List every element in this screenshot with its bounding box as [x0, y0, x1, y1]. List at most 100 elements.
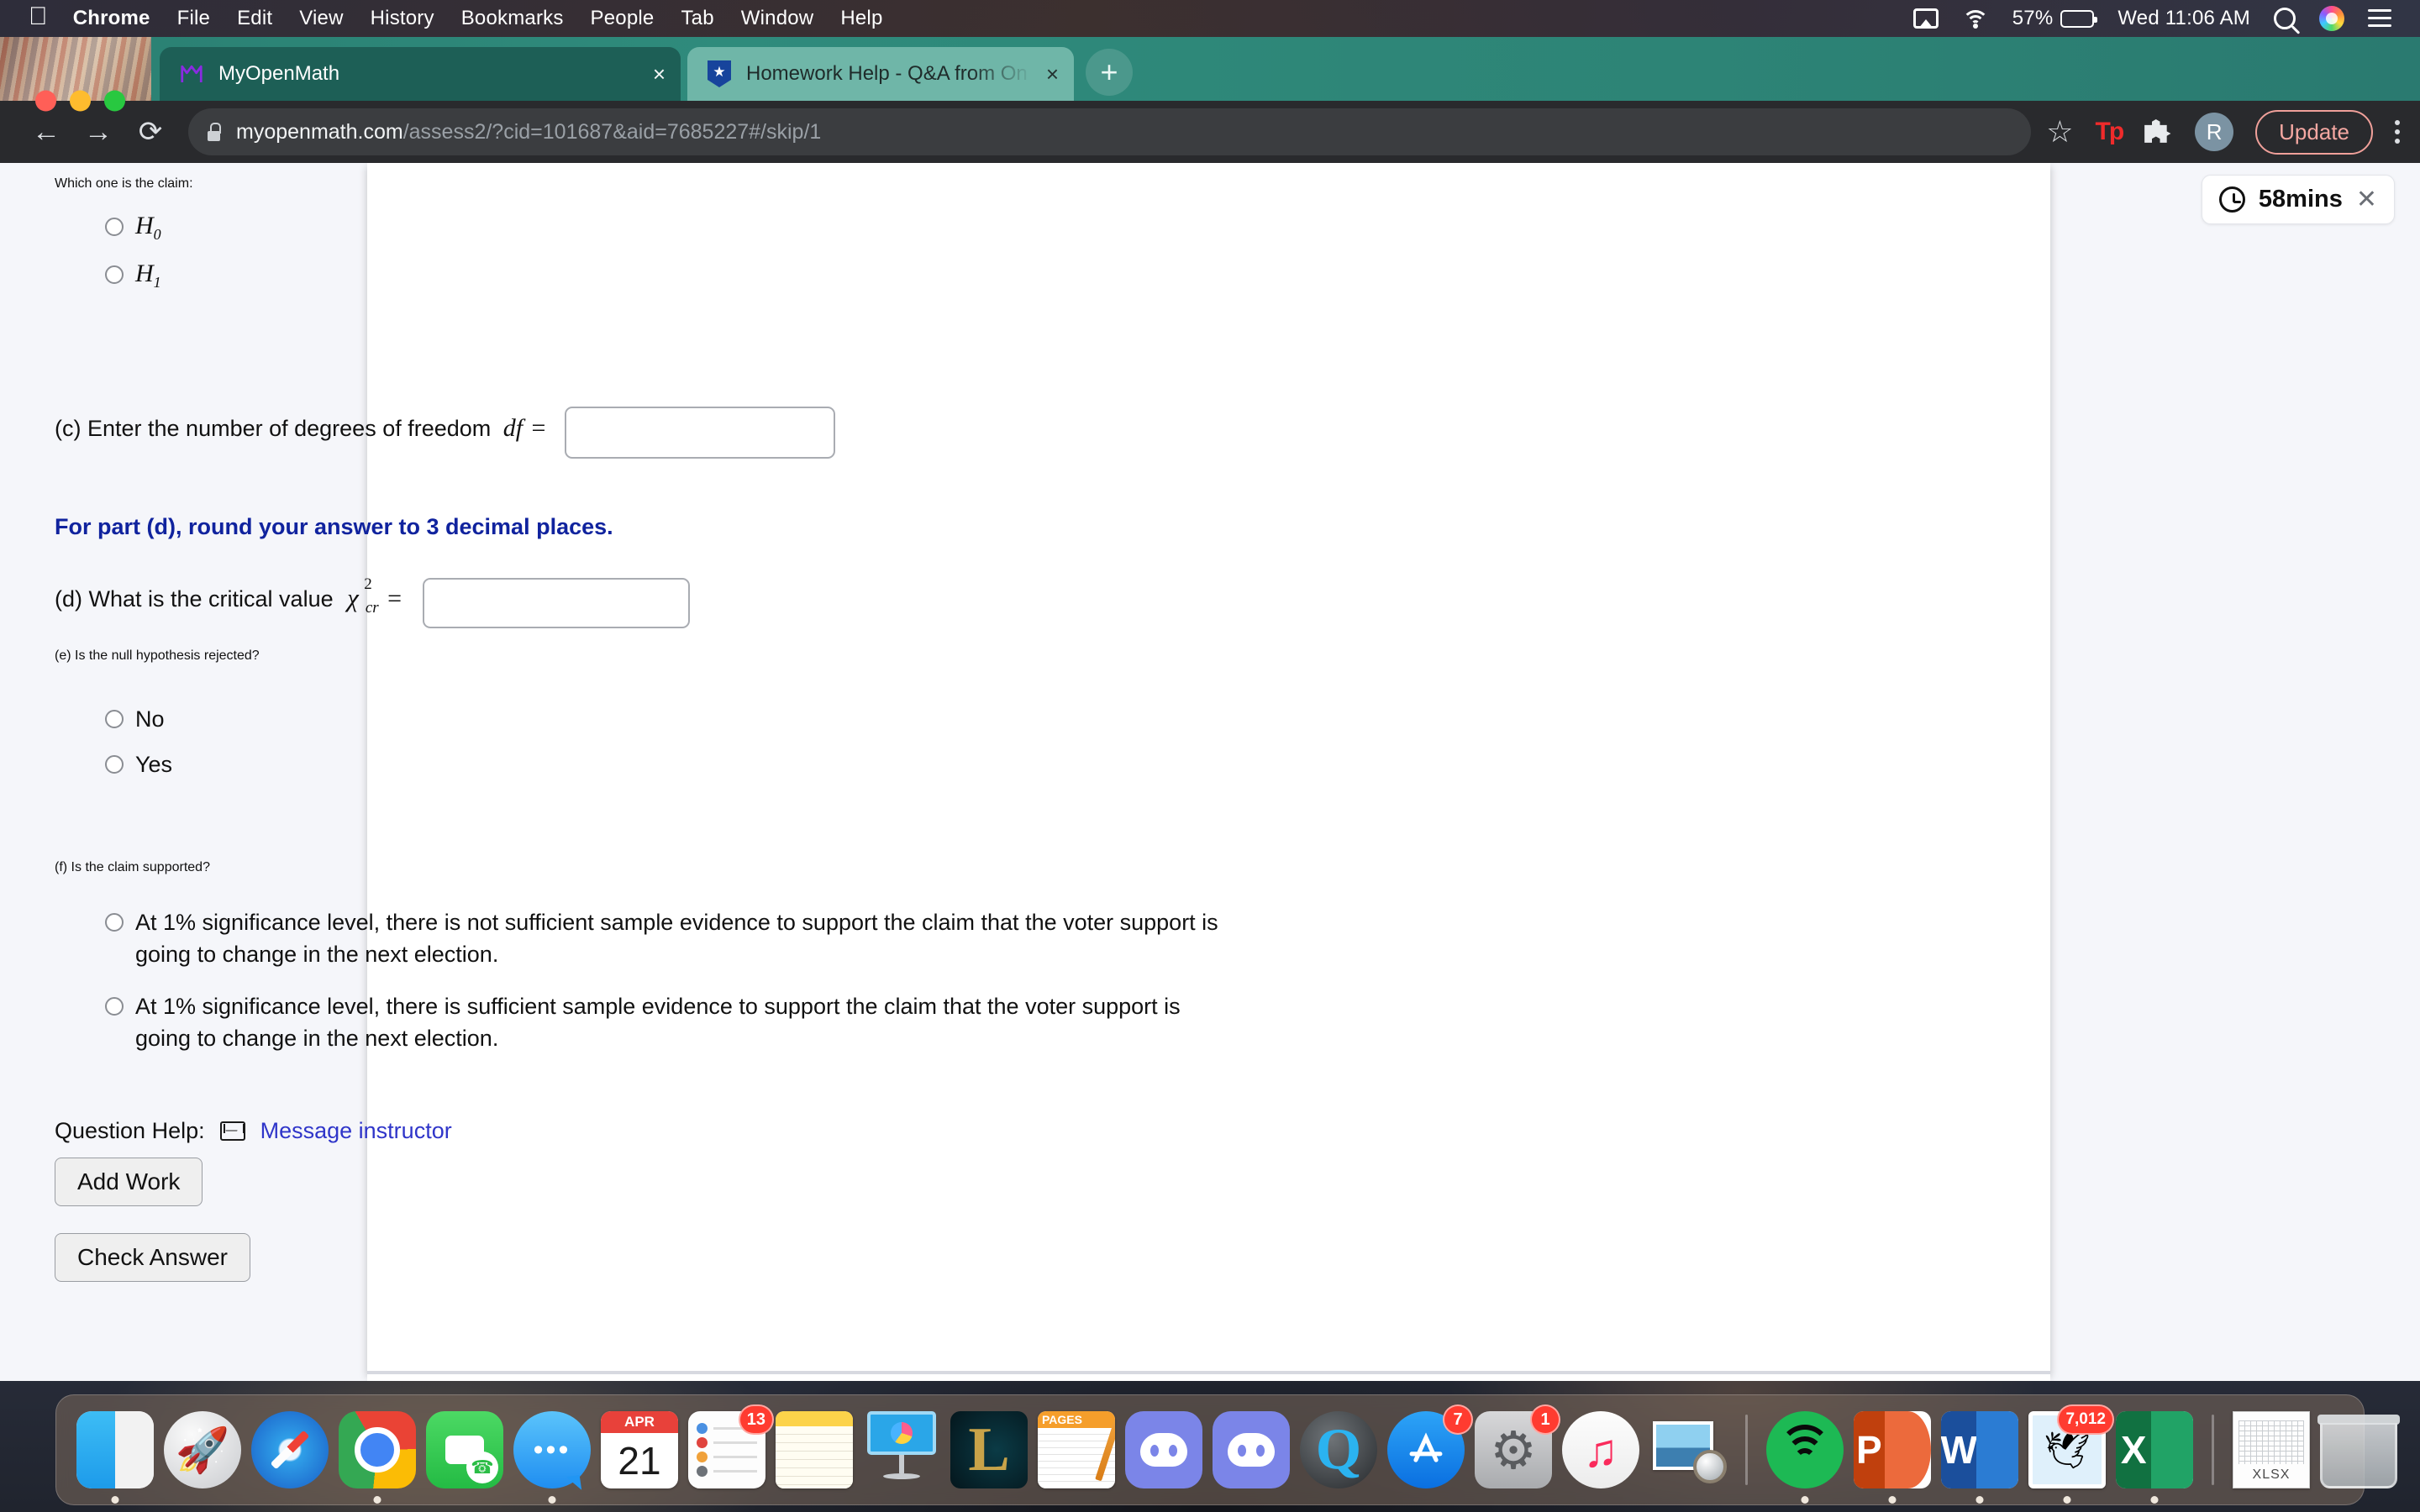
menu-item-window[interactable]: Window [741, 7, 814, 30]
dock-item-league-of-legends[interactable]: L [945, 1406, 1033, 1494]
menu-item-chrome[interactable]: Chrome [73, 7, 150, 30]
update-button[interactable]: Update [2255, 109, 2373, 155]
running-indicator [2150, 1496, 2159, 1504]
tab-myopenmath[interactable]: MyOpenMath × [160, 47, 681, 101]
dock-separator-1 [1745, 1415, 1748, 1485]
minimize-window-button[interactable] [70, 90, 91, 112]
close-window-button[interactable] [35, 90, 56, 112]
dock-item-reminders[interactable]: 13 [683, 1404, 774, 1494]
check-answer-button[interactable]: Check Answer [55, 1233, 250, 1282]
spotlight-search-icon[interactable] [2274, 8, 2296, 29]
dock-item-quicktime[interactable]: Q [1295, 1406, 1382, 1494]
radio-part-e-no[interactable] [105, 710, 124, 728]
dock-item-facetime[interactable]: ☎ [421, 1406, 508, 1494]
airplay-icon[interactable] [1912, 8, 1939, 29]
close-tab-myopenmath[interactable]: × [653, 61, 666, 87]
reload-button[interactable]: ⟳ [124, 106, 176, 158]
radio-part-e-yes[interactable] [105, 755, 124, 774]
xlsx-file-label: XLSX [2252, 1467, 2291, 1482]
question-help-label: Question Help: [55, 1118, 205, 1143]
control-center-icon[interactable] [2368, 9, 2391, 28]
menu-item-bookmarks[interactable]: Bookmarks [461, 7, 564, 30]
part-f-option-2[interactable]: At 1% significance level, there is suffi… [55, 991, 1248, 1055]
tab-homework-help[interactable]: Homework Help - Q&A from On × [687, 47, 1074, 101]
mac-menu-bar:  Chrome File Edit View History Bookmark… [0, 0, 2420, 37]
part-e-option-no[interactable]: No [55, 704, 1651, 736]
avatar[interactable]: R [2195, 113, 2234, 151]
dock-item-discord-ptb[interactable] [1207, 1406, 1295, 1494]
calendar-month: APR [601, 1411, 678, 1433]
close-tab-homework-help[interactable]: × [1046, 61, 1059, 87]
assessment-timer[interactable]: 58mins ✕ [2201, 175, 2395, 224]
kebab-menu-icon[interactable] [2395, 120, 2400, 144]
add-work-row: Add Work [55, 1158, 1651, 1206]
app-store-badge: 7 [1443, 1404, 1473, 1435]
radio-part-f-option-2[interactable] [105, 997, 124, 1016]
dock-item-app-store[interactable]: 7 [1382, 1404, 1473, 1494]
address-bar[interactable]: myopenmath.com/assess2/?cid=101687&aid=7… [188, 108, 2032, 155]
puzzle-icon[interactable] [2144, 119, 2171, 143]
dock-item-messages[interactable]: ••• [508, 1406, 596, 1504]
part-d-input[interactable] [422, 578, 690, 628]
menu-item-history[interactable]: History [371, 7, 434, 30]
part-f-option-1[interactable]: At 1% significance level, there is not s… [55, 907, 1248, 971]
coursehero-favicon [706, 60, 733, 87]
radio-part-f-option-1[interactable] [105, 913, 124, 932]
back-button[interactable]: ← [20, 106, 72, 158]
dock-item-excel[interactable]: X [2111, 1406, 2198, 1504]
menu-item-tab[interactable]: Tab [681, 7, 713, 30]
url-host: myopenmath.com [236, 119, 403, 144]
menu-item-view[interactable]: View [299, 7, 343, 30]
maximize-window-button[interactable] [104, 90, 125, 112]
dock-item-xlsx-file[interactable]: XLSX [2228, 1406, 2315, 1494]
add-work-button[interactable]: Add Work [55, 1158, 203, 1206]
dock-item-launchpad[interactable]: 🚀 [159, 1406, 246, 1494]
running-indicator [1975, 1496, 1984, 1504]
running-indicator [1888, 1496, 1897, 1504]
check-answer-row: Check Answer [55, 1233, 1651, 1282]
dock-item-pages[interactable]: PAGES [1033, 1406, 1120, 1494]
pages-doc-label: PAGES [1038, 1411, 1115, 1428]
radio-claim-h1[interactable] [105, 265, 124, 284]
part-e-option-yes[interactable]: Yes [55, 749, 1651, 781]
dock-item-finder[interactable] [71, 1406, 159, 1504]
dock-item-word[interactable]: W [1936, 1406, 2023, 1504]
window-traffic-lights[interactable] [35, 90, 125, 112]
claim-option-h0[interactable]: H0 [55, 212, 1651, 244]
dock-item-preview[interactable] [1644, 1406, 1732, 1494]
part-c-input[interactable] [564, 407, 835, 459]
menu-item-help[interactable]: Help [840, 7, 882, 30]
radio-claim-h0[interactable] [105, 218, 124, 236]
myopenmath-favicon [178, 60, 205, 87]
forward-button[interactable]: → [72, 106, 124, 158]
dock-item-trash[interactable] [2315, 1406, 2402, 1494]
battery-percent-label: 57% [2012, 7, 2054, 29]
new-tab-button[interactable]: + [1086, 49, 1133, 96]
dock-item-music[interactable]: ♫ [1557, 1406, 1644, 1494]
menu-item-people[interactable]: People [591, 7, 655, 30]
dock-item-mail[interactable]: 🕊 7,012 [2023, 1404, 2114, 1504]
dock-item-system-preferences[interactable]: ⚙ 1 [1470, 1404, 1560, 1494]
bookmark-star-icon[interactable]: ☆ [2046, 114, 2073, 150]
dock-item-discord[interactable] [1120, 1406, 1207, 1494]
tp-extension-icon[interactable]: Tp [2096, 118, 2125, 146]
dock-item-safari[interactable] [246, 1406, 334, 1494]
dock-item-chrome[interactable] [334, 1406, 421, 1504]
apple-menu-icon[interactable]:  [29, 4, 48, 29]
close-icon[interactable]: ✕ [2356, 185, 2377, 214]
siri-icon[interactable] [2319, 6, 2344, 31]
message-instructor-link[interactable]: Message instructor [260, 1118, 452, 1144]
dock-item-calendar[interactable]: APR 21 [596, 1406, 683, 1494]
dock-item-notes[interactable] [771, 1406, 858, 1494]
dock-item-keynote[interactable] [858, 1406, 945, 1494]
menu-item-file[interactable]: File [177, 7, 210, 30]
mac-dock: 🚀 ☎ ••• APR 21 13 L PAGES Q 7 ⚙ 1 ♫ P W … [55, 1394, 2400, 1505]
rocket-icon: 🚀 [164, 1411, 241, 1488]
claim-option-h1[interactable]: H1 [55, 260, 1651, 291]
menu-item-edit[interactable]: Edit [237, 7, 272, 30]
wifi-icon[interactable] [1961, 8, 1989, 29]
dock-item-powerpoint[interactable]: P [1849, 1406, 1936, 1504]
dock-item-spotify[interactable] [1761, 1406, 1849, 1504]
menubar-clock[interactable]: Wed 11:06 AM [2118, 7, 2250, 30]
battery-status[interactable]: 57% [2012, 7, 2098, 30]
